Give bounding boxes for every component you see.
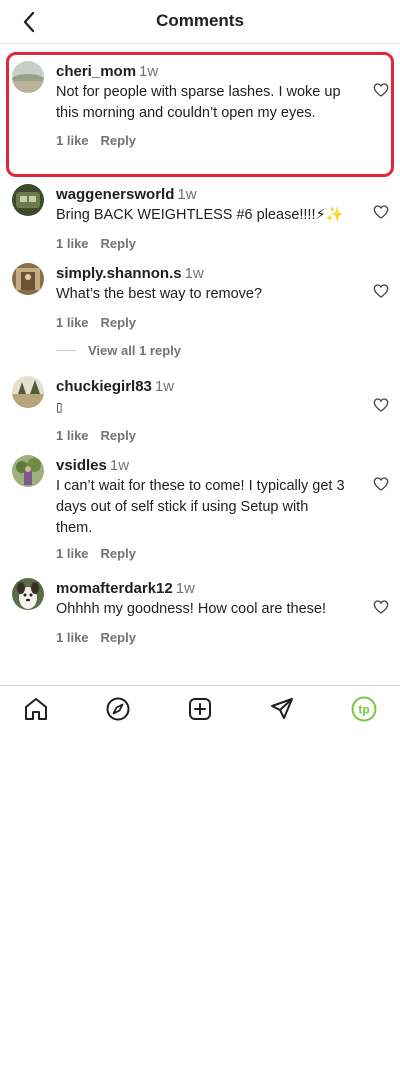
heart-icon[interactable] xyxy=(373,82,389,98)
like-count[interactable]: 1 like xyxy=(56,236,89,251)
comment-time: 1w xyxy=(177,186,197,203)
heart-icon[interactable] xyxy=(373,204,389,220)
comment-username[interactable]: waggenersworld xyxy=(56,186,174,203)
heart-icon[interactable] xyxy=(373,599,389,615)
tab-create[interactable] xyxy=(186,695,214,723)
avatar[interactable] xyxy=(12,263,44,295)
comment-username[interactable]: simply.shannon.s xyxy=(56,265,182,282)
tab-profile[interactable]: tp xyxy=(350,695,378,723)
reply-button[interactable]: Reply xyxy=(101,236,136,251)
create-plus-icon xyxy=(189,698,211,720)
like-count[interactable]: 1 like xyxy=(56,133,89,148)
direct-send-icon xyxy=(271,698,293,719)
comment-username[interactable]: vsidles xyxy=(56,457,107,474)
view-replies-button[interactable]: View all 1 reply xyxy=(56,342,181,358)
explore-compass-icon xyxy=(106,697,130,721)
reply-button[interactable]: Reply xyxy=(101,546,136,561)
reply-button[interactable]: Reply xyxy=(101,133,136,148)
heart-icon[interactable] xyxy=(373,476,389,492)
comment-time: 1w xyxy=(175,580,195,597)
comment-text: Ohhhh my goodness! How cool are these! xyxy=(56,601,327,617)
page-title: Comments xyxy=(156,11,244,30)
comment-time: 1w xyxy=(109,457,130,474)
avatar[interactable] xyxy=(12,376,44,408)
divider xyxy=(56,349,76,351)
tab-explore[interactable] xyxy=(104,695,132,723)
heart-icon[interactable] xyxy=(373,397,389,413)
svg-text:tp: tp xyxy=(358,703,369,717)
like-count[interactable]: 1 like xyxy=(56,428,89,443)
reply-button[interactable]: Reply xyxy=(101,315,136,330)
comment-time: 1w xyxy=(154,378,175,395)
avatar[interactable] xyxy=(12,578,44,610)
bottom-tab-bar: tp xyxy=(0,685,400,733)
comment-text: I can’t wait for these to come! I typica… xyxy=(56,478,345,536)
like-count[interactable]: 1 like xyxy=(56,315,89,330)
avatar[interactable] xyxy=(12,184,44,216)
comment-text: ▯ xyxy=(56,400,63,414)
heart-icon[interactable] xyxy=(373,283,389,299)
comment-username[interactable]: cheri_mom xyxy=(56,63,136,80)
comment-text: Not for people with sparse lashes. I wok… xyxy=(56,84,341,121)
like-count[interactable]: 1 like xyxy=(56,546,89,561)
home-icon xyxy=(25,698,47,720)
view-replies-label: View all 1 reply xyxy=(88,342,181,358)
comment-time: 1w xyxy=(184,265,204,282)
comment-time: 1w xyxy=(139,63,159,80)
tab-home[interactable] xyxy=(22,695,50,723)
reply-button[interactable]: Reply xyxy=(101,630,136,645)
comment-text: What’s the best way to remove? xyxy=(56,286,263,302)
profile-tp-icon: tp xyxy=(351,696,377,722)
header-bar: Comments xyxy=(0,0,400,44)
reply-button[interactable]: Reply xyxy=(101,428,136,443)
comment-text: Bring BACK WEIGHTLESS #6 please!!!!⚡✨ xyxy=(56,207,344,223)
avatar[interactable] xyxy=(12,455,44,487)
comment-username[interactable]: chuckiegirl83 xyxy=(56,378,152,395)
tab-direct[interactable] xyxy=(268,695,296,723)
comment-username[interactable]: momafterdark12 xyxy=(56,580,173,597)
avatar[interactable] xyxy=(12,61,44,93)
like-count[interactable]: 1 like xyxy=(56,630,89,645)
